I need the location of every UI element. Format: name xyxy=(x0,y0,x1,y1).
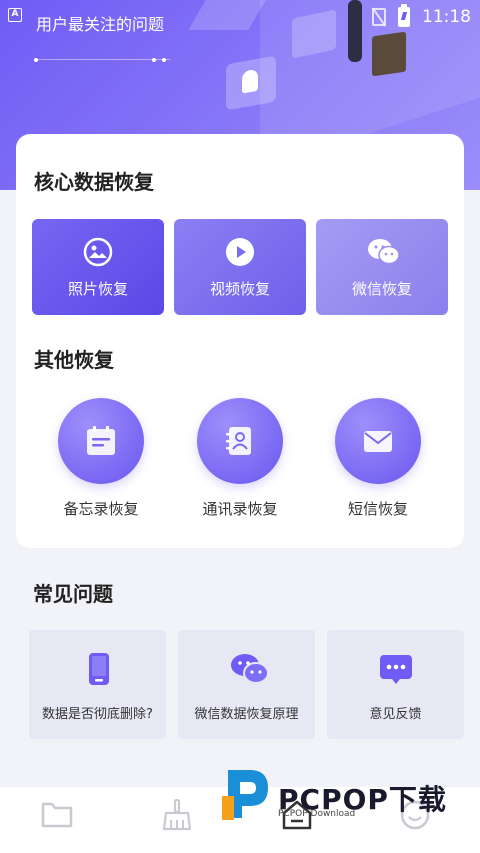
nav-clean[interactable] xyxy=(160,798,200,833)
faq-label: 意见反馈 xyxy=(369,707,422,722)
folder-icon xyxy=(41,802,73,828)
photo-recovery-label: 照片恢复 xyxy=(67,280,128,298)
contacts-recovery-button[interactable]: 通讯录恢复 xyxy=(175,398,305,528)
phone-icon xyxy=(81,652,115,686)
memo-recovery-label: 备忘录恢复 xyxy=(63,500,139,518)
wechat-recovery-button[interactable]: 微信恢复 xyxy=(316,219,448,315)
wechat-icon xyxy=(367,237,400,267)
memo-recovery-button[interactable]: 备忘录恢复 xyxy=(36,398,166,528)
memo-icon xyxy=(84,424,118,458)
sms-icon xyxy=(361,424,395,458)
photo-recovery-button[interactable]: 照片恢复 xyxy=(32,219,164,315)
pcpop-watermark: PCPOP下载 PCPOP Download xyxy=(220,766,470,826)
video-recovery-button[interactable]: 视频恢复 xyxy=(174,219,306,315)
app-badge-icon: A xyxy=(8,8,22,22)
faq-label: 微信数据恢复原理 xyxy=(194,707,299,722)
illustration-briefcase xyxy=(372,31,406,77)
other-recovery-title: 其他恢复 xyxy=(34,348,114,372)
progress-dots xyxy=(34,58,170,62)
wechat-recovery-label: 微信恢复 xyxy=(351,280,412,298)
video-recovery-label: 视频恢复 xyxy=(209,280,270,298)
no-sim-icon xyxy=(372,8,386,26)
photo-icon xyxy=(83,237,113,267)
status-time: 11:18 xyxy=(422,7,471,27)
video-icon xyxy=(225,237,255,267)
core-recovery-title: 核心数据恢复 xyxy=(34,170,154,194)
faq-title: 常见问题 xyxy=(33,582,113,606)
header-title[interactable]: 用户最关注的问题 xyxy=(36,11,164,35)
battery-charging-icon xyxy=(398,4,410,27)
chat-bubbles-icon xyxy=(230,652,269,686)
illustration-avatar xyxy=(226,55,276,111)
recovery-card: 核心数据恢复 照片恢复 视频恢复 微信恢复 其他恢复 备忘录恢复 通讯录恢复 短… xyxy=(16,134,464,548)
status-bar: A 用户最关注的问题 11:18 xyxy=(0,0,480,34)
feedback-icon xyxy=(379,652,413,686)
contacts-icon xyxy=(223,424,257,458)
contacts-recovery-label: 通讯录恢复 xyxy=(202,500,278,518)
faq-label: 数据是否彻底删除? xyxy=(42,707,153,722)
nav-files[interactable] xyxy=(40,799,80,833)
faq-item-wechat-principle[interactable]: 微信数据恢复原理 xyxy=(178,630,315,739)
watermark-subtitle: PCPOP Download xyxy=(278,809,356,819)
sms-recovery-label: 短信恢复 xyxy=(347,500,408,518)
pcpop-logo-icon xyxy=(222,770,268,820)
broom-icon xyxy=(162,798,192,831)
sms-recovery-button[interactable]: 短信恢复 xyxy=(313,398,443,528)
faq-item-data-deleted[interactable]: 数据是否彻底删除? xyxy=(29,630,166,739)
faq-item-feedback[interactable]: 意见反馈 xyxy=(327,630,464,739)
